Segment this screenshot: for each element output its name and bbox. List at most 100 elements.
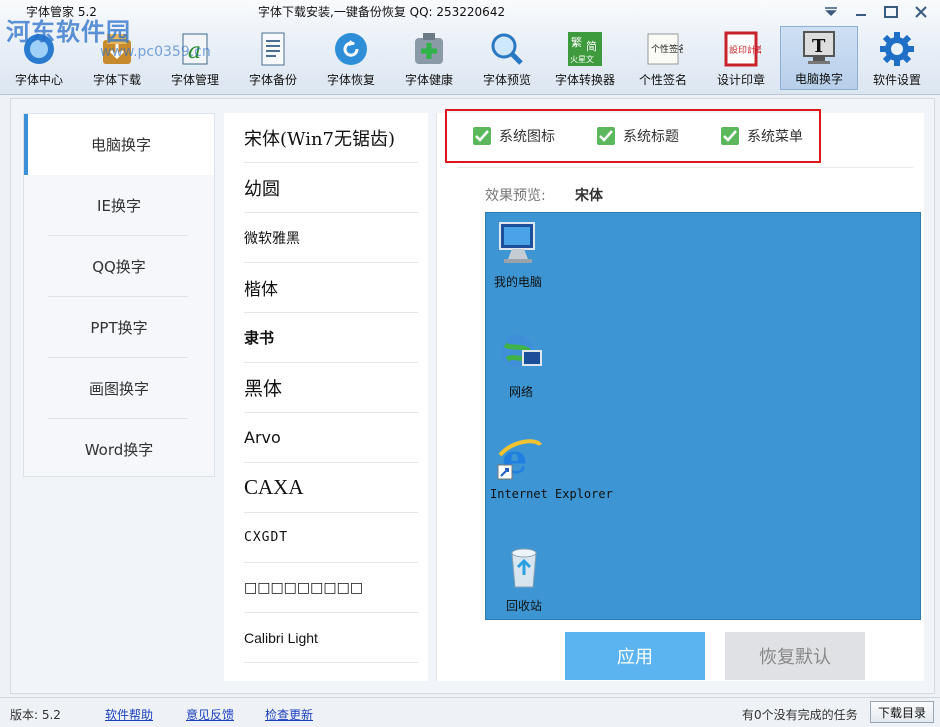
- check-update-link[interactable]: 检查更新: [265, 706, 313, 723]
- toolbar-computer-font[interactable]: T 电脑换字: [780, 26, 858, 90]
- desktop-icon-label: 回收站: [505, 599, 542, 613]
- checkbox-checked-icon[interactable]: [597, 127, 615, 145]
- desktop-icon-ie: e Internet Explorer: [490, 433, 613, 501]
- nav-item-paint-font[interactable]: 画图换字: [24, 358, 214, 419]
- preview-label: 效果预览:: [485, 188, 546, 204]
- font-list-item[interactable]: 微软雅黑: [244, 213, 418, 263]
- toolbar-label: 字体预览: [482, 73, 531, 87]
- font-list-item[interactable]: 黑体: [244, 363, 418, 413]
- toolbar-label: 字体恢复: [326, 73, 375, 87]
- converter-glyph-top: 繁: [571, 35, 582, 49]
- feedback-link[interactable]: 意见反馈: [186, 706, 234, 723]
- toolbar-font-health[interactable]: 字体健康: [390, 26, 468, 90]
- options-highlight-box: 系统图标 系统标题 系统菜单: [445, 109, 821, 163]
- toolbar-label: 字体健康: [404, 73, 453, 87]
- seal-icon: 設印計章: [721, 30, 761, 68]
- nav-item-ppt-font[interactable]: PPT换字: [24, 297, 214, 358]
- divider: [457, 167, 913, 168]
- checkbox-checked-icon[interactable]: [721, 127, 739, 145]
- desktop-icon-label: 我的电脑: [494, 275, 543, 289]
- toolbar-label: 字体管理: [170, 73, 219, 87]
- window-controls: [818, 2, 934, 22]
- toolbar-label: 电脑换字: [794, 72, 843, 86]
- desktop-icon-network: 网络: [494, 329, 548, 400]
- marquee-text: 字体下载安装,一键备份恢复 QQ: 253220642: [258, 5, 506, 19]
- font-list-item[interactable]: 幼圆: [244, 163, 418, 213]
- nav-item-computer-font[interactable]: 电脑换字: [24, 114, 214, 175]
- minimize-icon[interactable]: [848, 2, 874, 22]
- font-health-icon: [409, 30, 449, 68]
- toolbar-signature[interactable]: 个性签名 个性签名: [624, 26, 702, 90]
- magnifier-icon: [487, 30, 527, 68]
- converter-glyph-bottom: 火星文: [570, 54, 594, 64]
- toolbar-label: 字体下载: [92, 73, 141, 87]
- toolbar-converter[interactable]: 繁 简 火星文 字体转换器: [546, 26, 624, 90]
- toolbar-seal[interactable]: 設印計章 设计印章: [702, 26, 780, 90]
- checkbox-checked-icon[interactable]: [473, 127, 491, 145]
- version-label: 版本: 5.2: [10, 708, 61, 722]
- toolbar-label: 设计印章: [716, 73, 765, 87]
- preview-panel: 系统图标 系统标题 系统菜单 效果预览: 宋体 我的电脑 网络 e Intern…: [436, 109, 924, 681]
- download-dir-button[interactable]: 下载目录: [870, 701, 934, 723]
- option-system-title[interactable]: 系统标题: [597, 126, 679, 146]
- option-label: 系统菜单: [747, 129, 803, 145]
- desktop-icon-recycle-bin: 回收站: [500, 543, 548, 614]
- watermark: 河东软件园: [6, 18, 131, 46]
- close-icon[interactable]: [908, 2, 934, 22]
- nav-item-ie-font[interactable]: IE换字: [24, 175, 214, 236]
- toolbar-label: 字体转换器: [554, 73, 615, 87]
- main-panel: 电脑换字 IE换字 QQ换字 PPT换字 画图换字 Word换字 宋体(Win7…: [10, 98, 935, 694]
- font-list: 宋体(Win7无锯齿) 幼圆 微软雅黑 楷体 隶书 黑体 Arvo CAXA C…: [224, 113, 428, 681]
- help-link[interactable]: 软件帮助: [105, 706, 153, 723]
- font-list-item[interactable]: 楷体: [244, 263, 418, 313]
- option-system-menu[interactable]: 系统菜单: [721, 126, 803, 146]
- option-label: 系统图标: [499, 129, 555, 145]
- internet-explorer-icon: e: [496, 433, 544, 483]
- computer-font-icon: T: [799, 29, 839, 67]
- signature-glyphs: 个性签名: [651, 43, 683, 55]
- converter-glyph-mid: 简: [586, 39, 597, 53]
- computer-font-glyph: T: [812, 36, 826, 57]
- option-label: 系统标题: [623, 129, 679, 145]
- maximize-icon[interactable]: [878, 2, 904, 22]
- font-list-item[interactable]: CAXA: [244, 463, 418, 513]
- option-system-icon[interactable]: 系统图标: [473, 126, 555, 146]
- toolbar-label: 软件设置: [872, 73, 921, 87]
- reset-default-button[interactable]: 恢复默认: [725, 632, 865, 680]
- computer-icon: [494, 219, 542, 267]
- font-list-item[interactable]: 宋体(Win7无锯齿): [244, 113, 418, 163]
- apply-button[interactable]: 应用: [565, 632, 705, 680]
- desktop-preview: 我的电脑 网络 e Internet Explorer 回收站: [485, 212, 921, 620]
- network-globe-icon: [497, 329, 545, 377]
- preview-font-name: 宋体: [575, 188, 603, 204]
- converter-icon: 繁 简 火星文: [565, 30, 605, 68]
- font-list-item[interactable]: CXGDT: [244, 513, 418, 563]
- left-nav: 电脑换字 IE换字 QQ换字 PPT换字 画图换字 Word换字: [23, 113, 215, 477]
- font-list-item[interactable]: □□□□□□□□□: [244, 563, 418, 613]
- font-list-item[interactable]: Calibri Light: [244, 613, 418, 663]
- toolbar-font-preview[interactable]: 字体预览: [468, 26, 546, 90]
- font-list-item[interactable]: Arvo: [244, 413, 418, 463]
- gear-icon: [877, 30, 917, 68]
- desktop-icon-label: Internet Explorer: [490, 487, 613, 501]
- font-restore-icon: [331, 30, 371, 68]
- watermark-url: www.pc0359.cn: [100, 44, 211, 60]
- recycle-bin-icon: [500, 543, 548, 591]
- toolbar-font-backup[interactable]: 字体备份: [234, 26, 312, 90]
- title-toolbar: 字体管家 5.2 字体下载安装,一键备份恢复 QQ: 253220642 字体中…: [0, 0, 940, 95]
- task-status: 有0个没有完成的任务: [742, 708, 858, 722]
- desktop-icon-label: 网络: [508, 385, 533, 399]
- nav-item-qq-font[interactable]: QQ换字: [24, 236, 214, 297]
- toolbar-font-restore[interactable]: 字体恢复: [312, 26, 390, 90]
- seal-glyphs: 設印計章: [729, 44, 761, 56]
- dropdown-menu-icon[interactable]: [818, 2, 844, 22]
- font-backup-icon: [253, 30, 293, 68]
- font-list-item[interactable]: 隶书: [244, 313, 418, 363]
- toolbar-label: 字体备份: [248, 73, 297, 87]
- desktop-icon-computer: 我的电脑: [494, 219, 542, 290]
- nav-item-word-font[interactable]: Word换字: [24, 419, 214, 480]
- toolbar-label: 个性签名: [638, 73, 687, 87]
- toolbar-settings[interactable]: 软件设置: [858, 26, 936, 90]
- signature-icon: 个性签名: [643, 30, 683, 68]
- toolbar-label: 字体中心: [14, 73, 63, 87]
